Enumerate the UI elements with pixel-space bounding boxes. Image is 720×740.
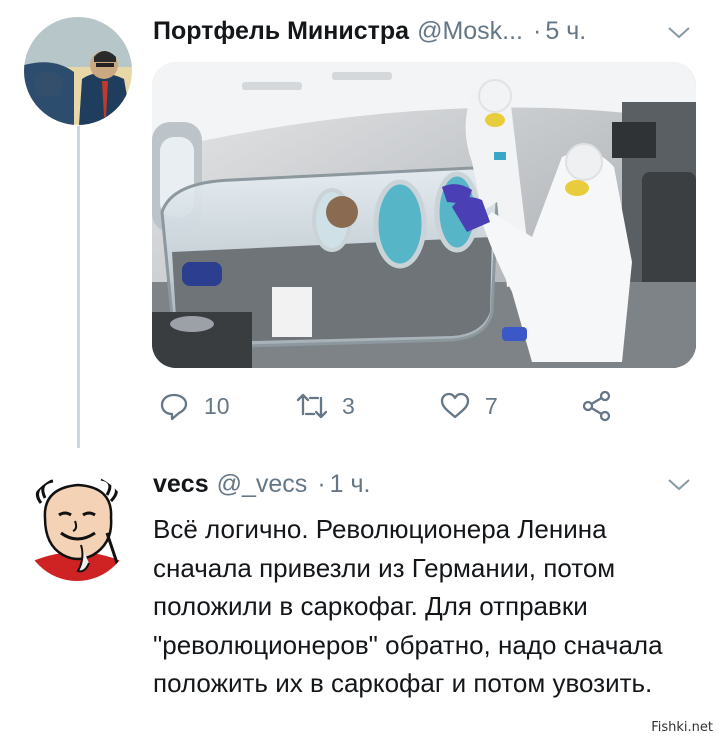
like-count: 7 xyxy=(485,392,498,419)
thread-line xyxy=(77,126,80,448)
reply-author-name[interactable]: vecs xyxy=(153,470,209,499)
reply-action[interactable]: 10 xyxy=(158,390,230,422)
share-action[interactable] xyxy=(581,390,627,422)
chevron-down-icon[interactable] xyxy=(666,24,692,42)
retweet-action[interactable]: 3 xyxy=(296,390,355,422)
separator-dot: · xyxy=(317,470,326,498)
share-icon xyxy=(582,390,611,422)
reply-icon xyxy=(160,393,188,421)
author-handle[interactable]: @Mosk... xyxy=(417,17,523,46)
reply-author-handle[interactable]: @_vecs xyxy=(217,470,308,499)
tweet-timestamp[interactable]: 5 ч. xyxy=(545,17,586,46)
tweet-header: Портфель Министра @Mosk... · 5 ч. xyxy=(153,17,586,46)
tweet-photo[interactable] xyxy=(152,62,696,368)
reply-body: Всё логично. Революционера Ленина сначал… xyxy=(153,514,663,698)
heart-icon xyxy=(440,392,470,419)
retweet-count: 3 xyxy=(342,392,355,419)
author-name[interactable]: Портфель Министра xyxy=(153,17,409,46)
chevron-down-icon[interactable] xyxy=(666,476,692,494)
reply-author-avatar[interactable] xyxy=(23,473,131,581)
like-action[interactable]: 7 xyxy=(439,390,498,422)
tweet-actions: 10 3 7 xyxy=(158,390,618,430)
reply-count: 10 xyxy=(204,392,230,419)
author-avatar[interactable] xyxy=(24,17,132,125)
watermark: Fishki.net xyxy=(648,719,716,736)
reply-timestamp[interactable]: 1 ч. xyxy=(330,470,371,499)
reply-header: vecs @_vecs · 1 ч. xyxy=(153,470,370,499)
retweet-icon xyxy=(296,393,328,419)
separator-dot: · xyxy=(533,17,542,45)
